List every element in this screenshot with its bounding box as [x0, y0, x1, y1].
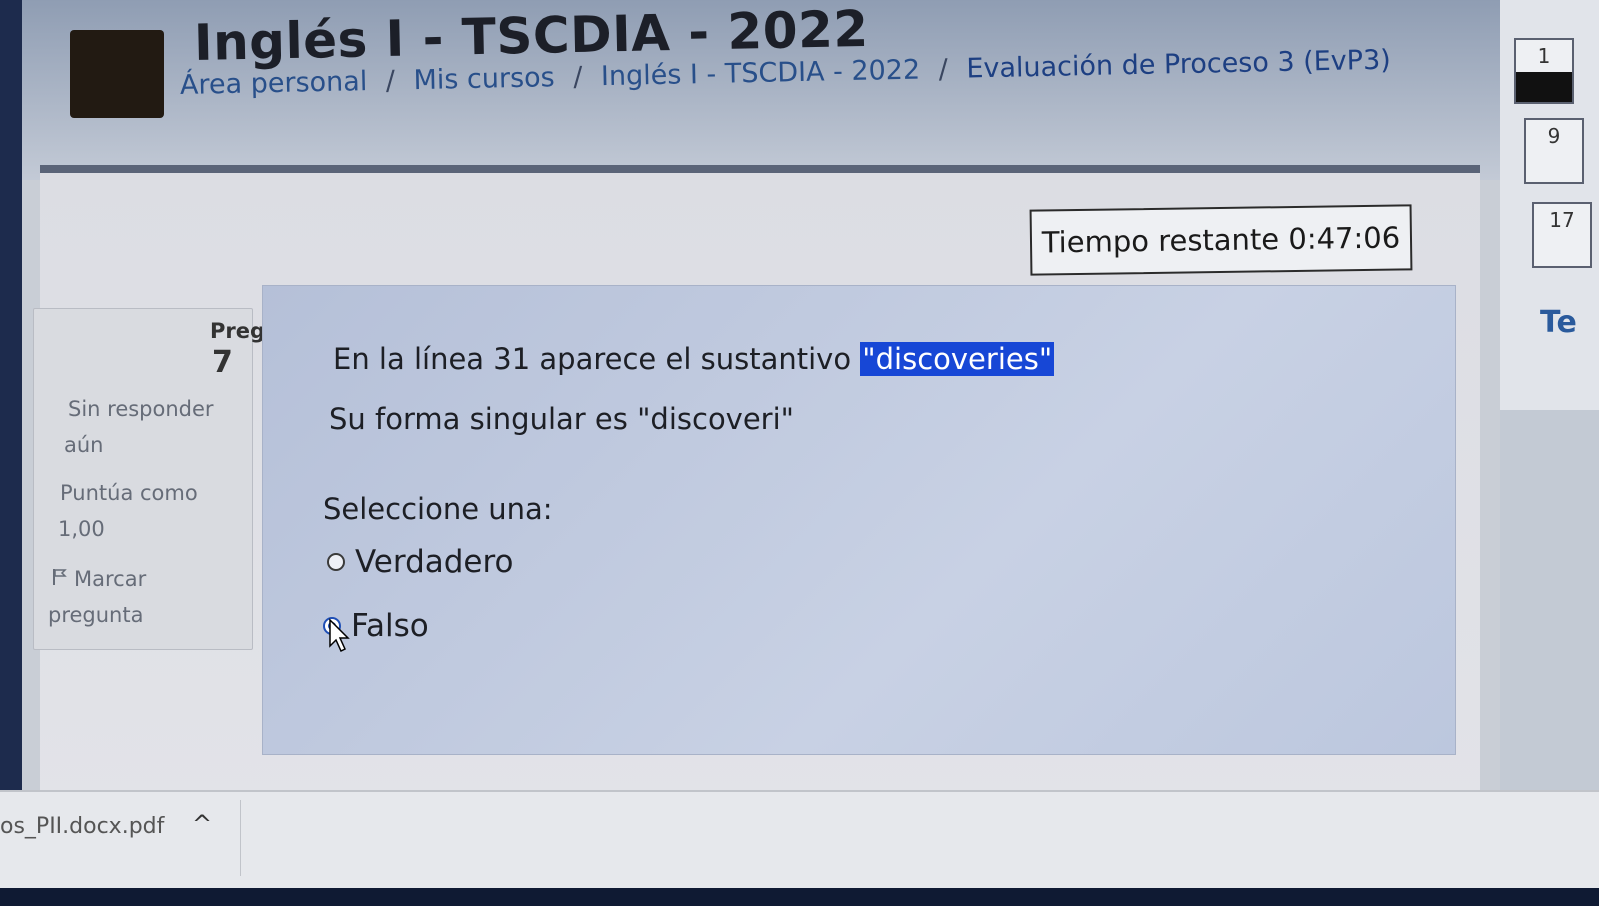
question-text-line2: Su forma singular es "discoveri"	[329, 402, 795, 436]
question-info-box: Pregun 7 Sin responder aún Puntúa como 1…	[33, 308, 295, 650]
question-status: Sin responder	[68, 397, 214, 421]
course-logo	[70, 30, 164, 118]
question-text-line1: En la línea 31 aparece el sustantivo "di…	[333, 342, 1055, 376]
chevron-up-icon[interactable]: ^	[192, 810, 212, 838]
breadcrumb-quiz[interactable]: Evaluación de Proceso 3 (EvP3)	[966, 45, 1391, 85]
option-verdadero-label: Verdadero	[355, 544, 514, 580]
download-separator	[240, 800, 241, 876]
question-score-label: Puntúa como	[60, 481, 198, 505]
left-window-edge	[0, 0, 22, 906]
download-bar: os_PII.docx.pdf ^	[0, 790, 1599, 892]
downloaded-file[interactable]: os_PII.docx.pdf	[0, 814, 164, 839]
quiz-navigation: 1 9 17	[1500, 0, 1599, 906]
breadcrumb-separator: /	[385, 65, 396, 97]
flag-label: Marcar	[74, 567, 147, 591]
question-panel: En la línea 31 aparece el sustantivo "di…	[262, 285, 1456, 755]
course-header: Inglés I - TSCDIA - 2022 Área personal /…	[22, 0, 1502, 180]
answer-prompt: Seleccione una:	[323, 492, 553, 526]
flag-label-cont: pregunta	[48, 603, 144, 627]
selected-text-highlight: "discoveries"	[860, 342, 1055, 376]
flag-icon	[52, 567, 68, 591]
option-falso-label: Falso	[351, 608, 429, 644]
nav-answered-indicator	[1516, 72, 1572, 102]
breadcrumb-separator: /	[572, 61, 583, 93]
mouse-cursor-icon	[329, 618, 350, 653]
time-remaining: Tiempo restante 0:47:06	[1029, 204, 1413, 276]
breadcrumb-mis-cursos[interactable]: Mis cursos	[413, 62, 555, 96]
breadcrumb-separator: /	[938, 53, 949, 86]
question-status-cont: aún	[64, 433, 104, 457]
nav-question-17-label: 17	[1549, 208, 1575, 232]
flag-question-button[interactable]: Marcar	[52, 567, 146, 591]
breadcrumb-course[interactable]: Inglés I - TSCDIA - 2022	[601, 55, 921, 93]
nav-partial-link[interactable]: Te	[1540, 305, 1577, 340]
option-verdadero[interactable]: Verdadero	[327, 544, 514, 580]
question-number: 7	[212, 345, 233, 380]
nav-question-1-label: 1	[1537, 44, 1551, 68]
nav-question-9-label: 9	[1547, 124, 1561, 148]
nav-question-1[interactable]: 1	[1514, 38, 1574, 104]
breadcrumb-area-personal[interactable]: Área personal	[180, 66, 368, 101]
radio-verdadero[interactable]	[327, 553, 345, 571]
question-text-prefix: En la línea 31 aparece el sustantivo	[333, 342, 861, 376]
taskbar	[0, 888, 1599, 906]
question-score-value: 1,00	[58, 517, 105, 541]
nav-question-9[interactable]: 9	[1524, 118, 1584, 184]
nav-question-17[interactable]: 17	[1532, 202, 1592, 268]
